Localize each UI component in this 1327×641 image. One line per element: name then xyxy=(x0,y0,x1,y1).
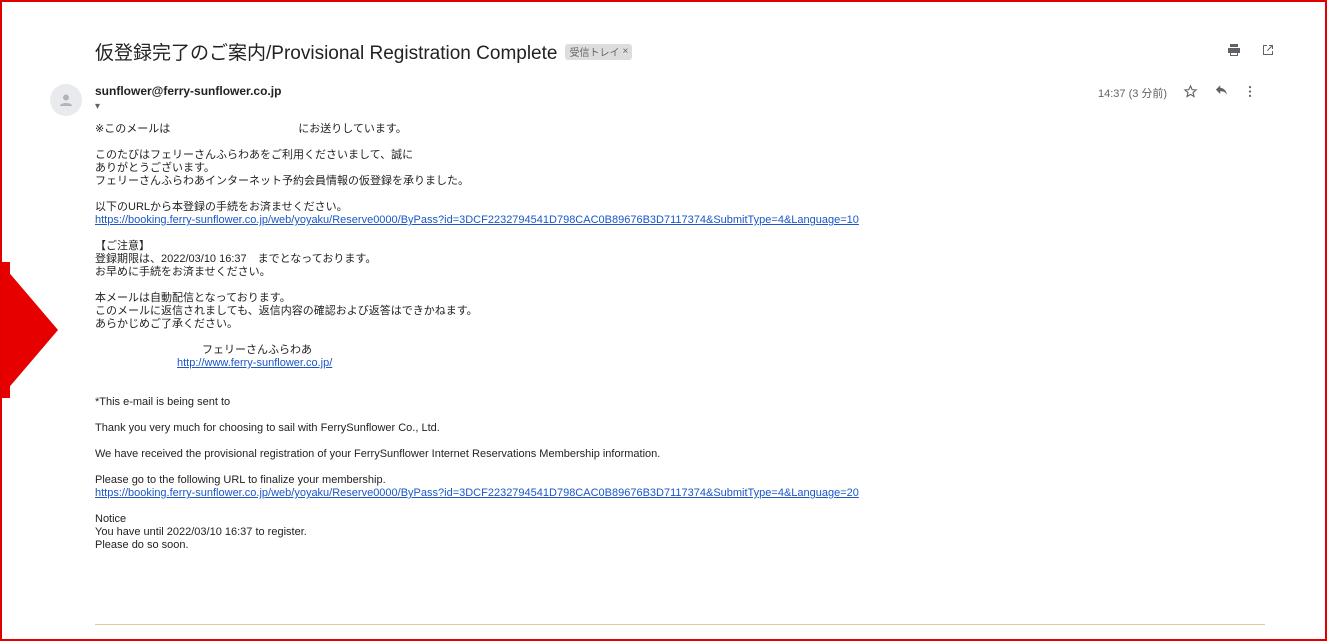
person-icon xyxy=(60,94,72,106)
recipient-details-toggle[interactable]: ▾ xyxy=(95,101,100,112)
jp-thanks-1: このたびはフェリーさんふらわあをご利用くださいまして、誠に xyxy=(95,149,414,161)
reply-icon[interactable] xyxy=(1214,84,1229,102)
jp-auto-1: 本メールは自動配信となっております。 xyxy=(95,292,291,304)
jp-notice-2: お早めに手続をお済ませください。 xyxy=(95,266,271,278)
print-icon[interactable] xyxy=(1226,42,1242,58)
email-body: ※このメールは にお送りしています。 このたびはフェリーさんふらわあをご利用くださ… xyxy=(95,123,1265,552)
en-registration-link[interactable]: https://booking.ferry-sunflower.co.jp/we… xyxy=(95,487,859,499)
en-notice-title: Notice xyxy=(95,513,127,525)
jp-thanks-2: ありがとうございます。 xyxy=(95,162,215,174)
jp-url-intro: 以下のURLから本登録の手続をお済ませください。 xyxy=(95,201,348,213)
jp-recipient-line: ※このメールは にお送りしています。 xyxy=(95,123,1265,136)
sender-avatar xyxy=(50,84,82,116)
en-sent-to: *This e-mail is being sent to xyxy=(95,396,231,408)
jp-signature-link[interactable]: http://www.ferry-sunflower.co.jp/ xyxy=(177,357,332,369)
inbox-label-text: 受信トレイ xyxy=(569,48,620,59)
jp-notice-title: 【ご注意】 xyxy=(95,240,150,252)
email-subject-row: 仮登録完了のご案内/Provisional Registration Compl… xyxy=(95,38,633,65)
en-thanks: Thank you very much for choosing to sail… xyxy=(95,422,440,434)
en-url-intro: Please go to the following URL to finali… xyxy=(95,474,386,486)
email-time: 14:37 (3 分前) xyxy=(1098,88,1168,100)
jp-notice-1: 登録期限は、2022/03/10 16:37 までとなっております。 xyxy=(95,253,377,265)
jp-auto-2: このメールに返信されましても、返信内容の確認および返答はできかねます。 xyxy=(95,305,478,317)
open-new-window-icon[interactable] xyxy=(1260,42,1276,58)
more-options-icon[interactable] xyxy=(1245,84,1255,102)
inbox-label[interactable]: 受信トレイ × xyxy=(565,43,633,60)
jp-recipient-suffix: にお送りしています。 xyxy=(298,123,407,135)
jp-thanks-3: フェリーさんふらわあインターネット予約会員情報の仮登録を承りました。 xyxy=(95,175,469,187)
email-meta: 14:37 (3 分前) xyxy=(1098,84,1255,102)
en-notice-1: You have until 2022/03/10 16:37 to regis… xyxy=(95,526,307,538)
star-icon[interactable] xyxy=(1183,84,1198,102)
en-received: We have received the provisional registr… xyxy=(95,448,661,460)
email-subject: 仮登録完了のご案内/Provisional Registration Compl… xyxy=(95,43,558,64)
top-actions xyxy=(1226,42,1276,58)
highlight-arrow xyxy=(0,262,58,398)
en-notice-2: Please do so soon. xyxy=(95,539,189,551)
jp-recipient-prefix: ※このメールは xyxy=(95,123,171,135)
label-close-icon[interactable]: × xyxy=(622,46,628,57)
divider xyxy=(95,624,1265,625)
jp-signature-name: フェリーさんふらわあ xyxy=(202,344,312,356)
jp-registration-link[interactable]: https://booking.ferry-sunflower.co.jp/we… xyxy=(95,214,859,226)
sender-address[interactable]: sunflower@ferry-sunflower.co.jp xyxy=(95,84,281,98)
jp-auto-3: あらかじめご了承ください。 xyxy=(95,318,238,330)
